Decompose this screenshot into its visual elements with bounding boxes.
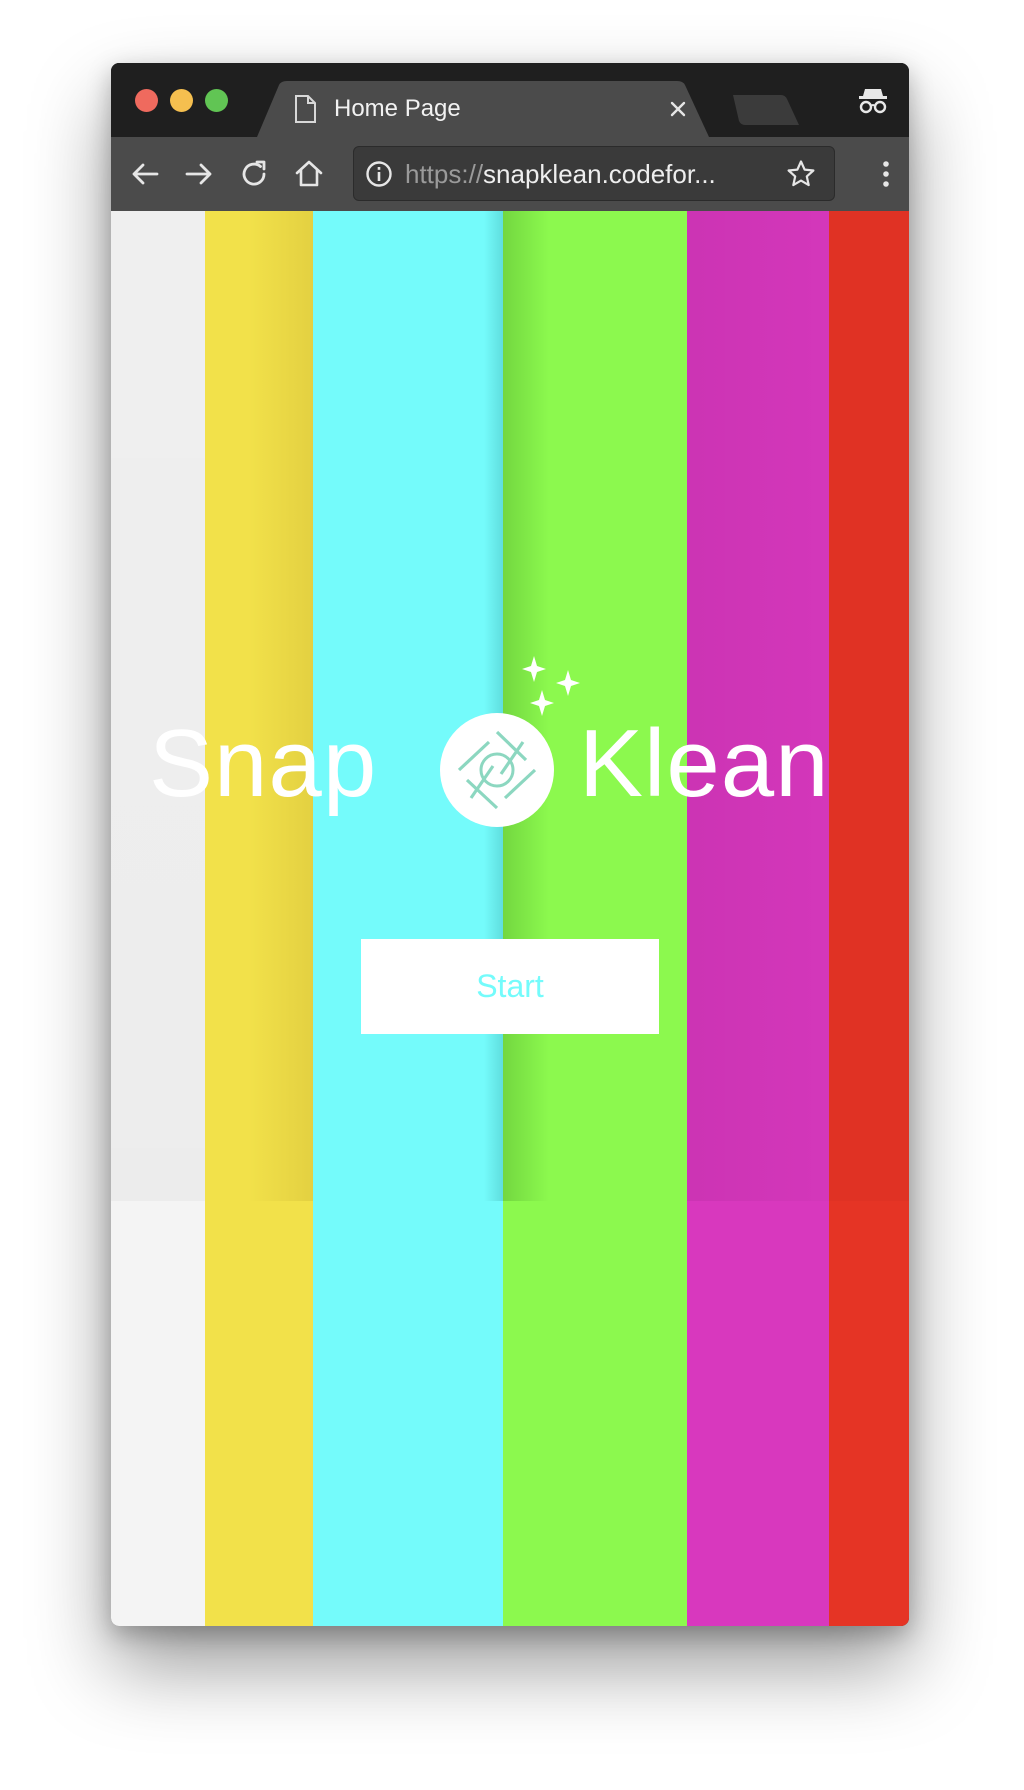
logo-word-klean: Klean <box>579 710 830 817</box>
background-bar-cyan <box>313 211 503 1626</box>
browser-window: Home Page https://snapklean.codefor... S… <box>111 63 909 1626</box>
document-icon <box>295 95 316 123</box>
close-icon[interactable] <box>664 95 692 123</box>
forward-arrow-icon <box>185 163 212 185</box>
background-bar-yellow <box>205 211 313 1626</box>
back-button[interactable] <box>127 156 163 192</box>
background-bar-magenta <box>687 211 829 1626</box>
home-button[interactable] <box>291 156 327 192</box>
window-maximize-button[interactable] <box>205 89 228 112</box>
snapklean-logo: Snap Klean <box>149 656 869 827</box>
browser-toolbar: https://snapklean.codefor... <box>111 137 909 212</box>
window-minimize-button[interactable] <box>170 89 193 112</box>
window-close-button[interactable] <box>135 89 158 112</box>
menu-button[interactable] <box>868 156 904 192</box>
tab-strip: Home Page <box>111 63 909 137</box>
forward-button[interactable] <box>181 156 217 192</box>
back-arrow-icon <box>132 163 159 185</box>
tab-title: Home Page <box>334 95 461 122</box>
star-icon[interactable] <box>785 158 817 190</box>
incognito-icon <box>859 89 887 114</box>
info-icon[interactable] <box>365 160 393 188</box>
sparkles-icon <box>522 656 580 716</box>
home-icon <box>295 160 323 187</box>
tab-background <box>257 81 709 137</box>
reload-button[interactable] <box>236 156 272 192</box>
background-bar-red <box>829 211 909 1626</box>
url-host: snapklean.codefor... <box>483 159 716 189</box>
start-button[interactable]: Start <box>361 939 659 1034</box>
background-bar-green <box>503 211 687 1626</box>
tab-home-page[interactable]: Home Page <box>257 81 709 137</box>
logo-word-snap: Snap <box>149 710 378 817</box>
page-content: Snap Klean Start <box>111 211 909 1626</box>
kebab-menu-icon <box>883 161 889 187</box>
address-url: https://snapklean.codefor... <box>405 159 716 189</box>
background-bar-white <box>111 211 205 1626</box>
camera-aperture-icon <box>440 713 554 827</box>
new-tab-icon[interactable] <box>733 95 799 125</box>
url-scheme: https:// <box>405 159 484 189</box>
address-bar[interactable]: https://snapklean.codefor... <box>353 146 835 201</box>
reload-icon <box>242 160 266 186</box>
